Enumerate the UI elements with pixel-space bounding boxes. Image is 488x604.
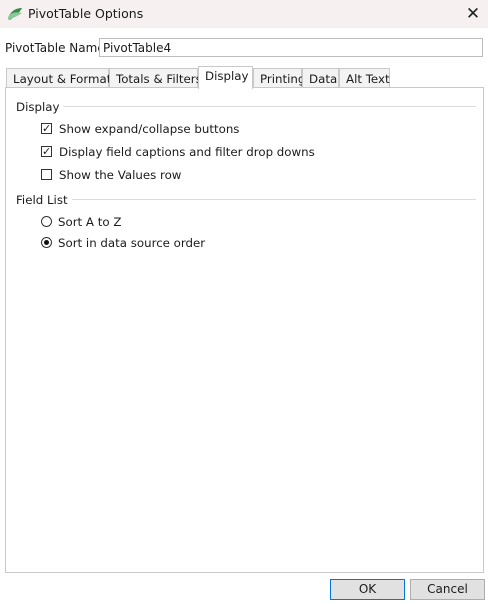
tab-layout-format[interactable]: Layout & Format xyxy=(6,68,111,88)
close-button[interactable]: ✕ xyxy=(458,0,488,28)
title-bar: PivotTable Options ✕ xyxy=(0,0,488,28)
sort-data-source-order-radio[interactable] xyxy=(41,237,52,248)
show-values-row-label: Show the Values row xyxy=(59,168,182,182)
display-field-captions-label: Display field captions and filter drop d… xyxy=(59,145,315,159)
show-values-row-checkbox[interactable] xyxy=(41,169,52,180)
cancel-button[interactable]: Cancel xyxy=(410,579,485,600)
window-title: PivotTable Options xyxy=(28,6,144,21)
pivottable-icon xyxy=(8,8,22,20)
pivottable-name-input[interactable]: PivotTable4 xyxy=(99,38,483,57)
ok-button[interactable]: OK xyxy=(330,579,405,600)
tab-totals-filters[interactable]: Totals & Filters xyxy=(109,68,202,88)
tab-alt-text[interactable]: Alt Text xyxy=(339,68,390,88)
sort-a-to-z-label: Sort A to Z xyxy=(58,215,122,229)
field-list-group-title: Field List xyxy=(16,193,72,207)
group-divider xyxy=(64,199,476,200)
display-field-captions-checkbox[interactable]: ✓ xyxy=(41,146,52,157)
sort-a-to-z-radio[interactable] xyxy=(41,216,52,227)
show-expand-collapse-label: Show expand/collapse buttons xyxy=(59,122,240,136)
display-group-title: Display xyxy=(16,100,64,114)
tab-display[interactable]: Display xyxy=(198,66,253,89)
pivottable-name-label: PivotTable Name: xyxy=(5,41,109,55)
show-expand-collapse-checkbox[interactable]: ✓ xyxy=(41,123,52,134)
tab-panel-display: Display ✓ Show expand/collapse buttons ✓… xyxy=(5,87,484,573)
tab-printing[interactable]: Printing xyxy=(253,68,305,88)
group-divider xyxy=(56,106,476,107)
sort-data-source-order-label: Sort in data source order xyxy=(58,236,206,250)
tab-data[interactable]: Data xyxy=(302,68,339,88)
